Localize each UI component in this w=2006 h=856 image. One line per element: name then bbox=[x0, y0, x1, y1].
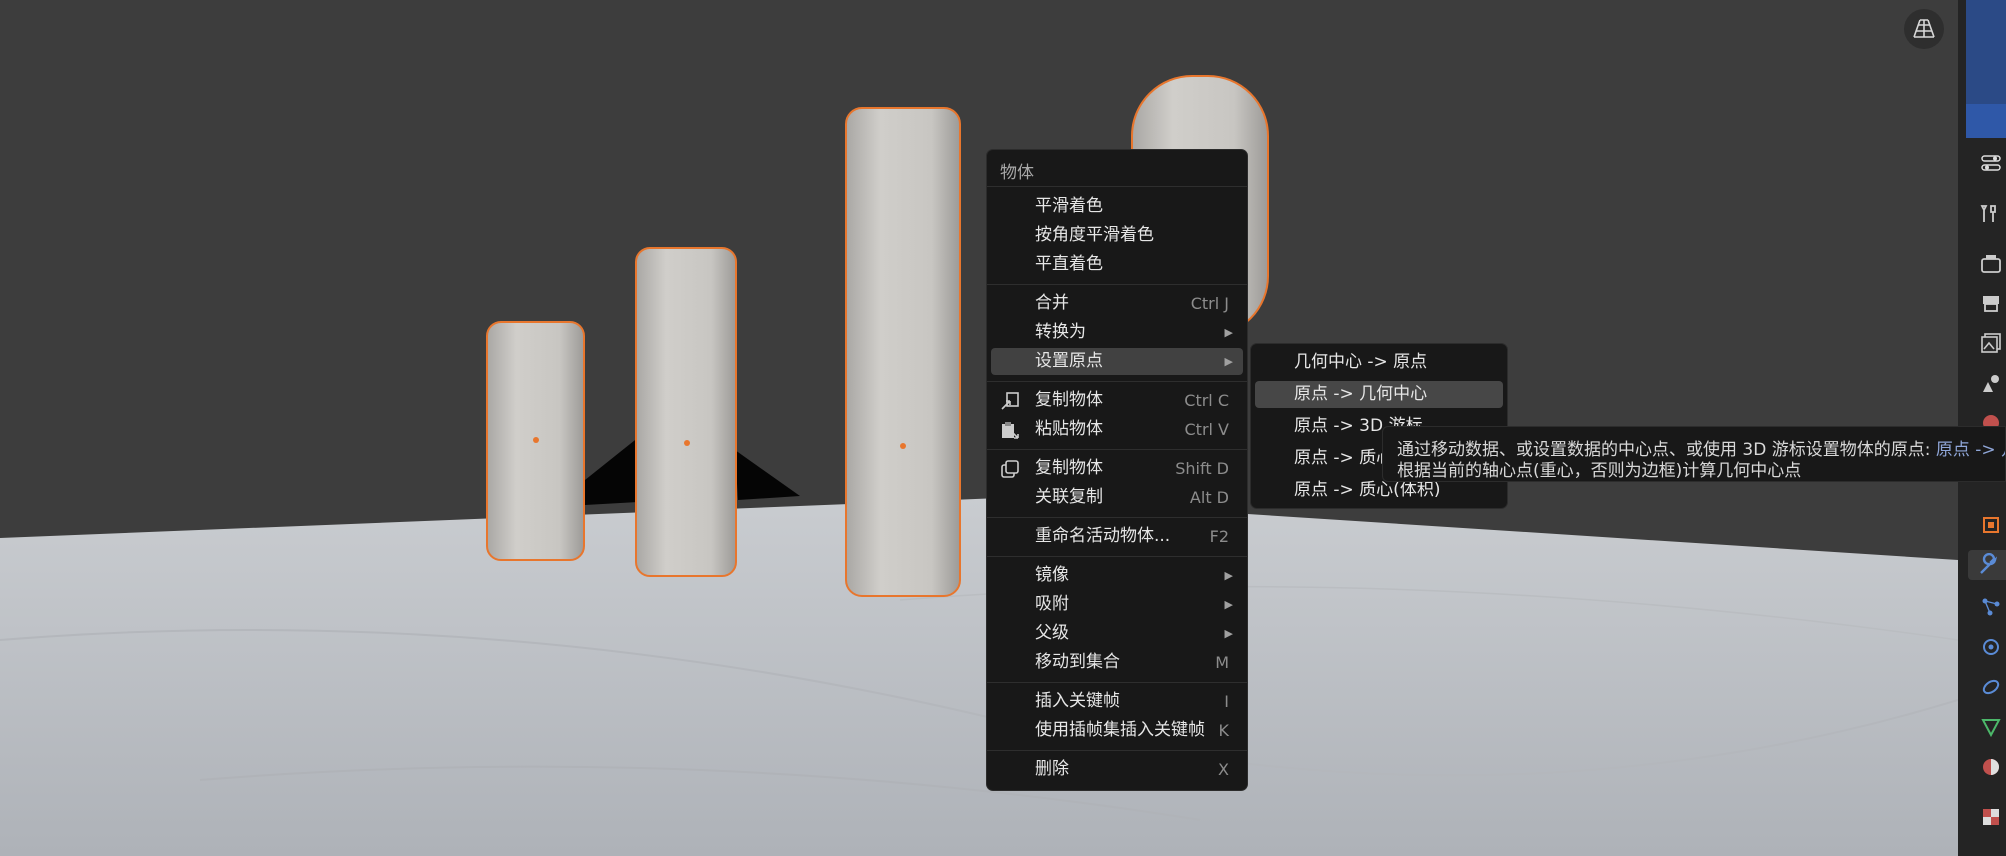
menu-item-set-origin[interactable]: 设置原点 ▶ bbox=[991, 348, 1243, 375]
menu-item-duplicate-linked[interactable]: 关联复制 Alt D bbox=[991, 484, 1243, 511]
paste-buffer-icon bbox=[999, 419, 1021, 441]
submenu-arrow-icon: ▶ bbox=[1224, 326, 1233, 339]
material-icon[interactable] bbox=[1976, 752, 2006, 782]
menu-item-duplicate[interactable]: 复制物体 Shift D bbox=[991, 455, 1243, 482]
menu-item-paste-objects[interactable]: 粘贴物体 Ctrl V bbox=[991, 416, 1243, 443]
menu-item-rename-active[interactable]: 重命名活动物体... F2 bbox=[991, 523, 1243, 550]
cylinder-2[interactable] bbox=[635, 247, 737, 577]
tooltip: 通过移动数据、或设置数据的中心点、或使用 3D 游标设置物体的原点: 原点 ->… bbox=[1382, 426, 2006, 482]
modifier-icon[interactable] bbox=[1968, 550, 2006, 580]
submenu-arrow-icon: ▶ bbox=[1224, 569, 1233, 582]
divider bbox=[987, 381, 1247, 382]
menu-item-copy-objects[interactable]: 复制物体 Ctrl C bbox=[991, 387, 1243, 414]
grid-perspective-icon[interactable] bbox=[1904, 9, 1944, 49]
divider bbox=[987, 750, 1247, 751]
submenu-item-origin-to-geometry[interactable]: 原点 -> 几何中心 bbox=[1255, 381, 1503, 408]
divider bbox=[987, 284, 1247, 285]
submenu-item-geometry-to-origin[interactable]: 几何中心 -> 原点 bbox=[1255, 349, 1503, 376]
menu-item-shade-flat[interactable]: 平直着色 bbox=[991, 251, 1243, 278]
menu-item-parent[interactable]: 父级 ▶ bbox=[991, 620, 1243, 647]
particles-icon[interactable] bbox=[1976, 592, 2006, 622]
tooltip-detail: 根据当前的轴心点(重心，否则为边框)计算几何中心点 bbox=[1397, 461, 1802, 481]
duplicate-icon bbox=[999, 458, 1021, 480]
physics-icon[interactable] bbox=[1976, 632, 2006, 662]
floor-plane bbox=[0, 498, 1958, 856]
submenu-arrow-icon: ▶ bbox=[1224, 598, 1233, 611]
menu-item-insert-keyframe[interactable]: 插入关键帧 I bbox=[991, 688, 1243, 715]
object-icon[interactable] bbox=[1976, 510, 2006, 540]
divider bbox=[987, 682, 1247, 683]
cylinder-3[interactable] bbox=[845, 107, 961, 597]
output-icon[interactable] bbox=[1976, 288, 2006, 318]
menu-item-shade-auto-smooth[interactable]: 按角度平滑着色 bbox=[991, 222, 1243, 249]
menu-item-mirror[interactable]: 镜像 ▶ bbox=[991, 562, 1243, 589]
tool-icon[interactable] bbox=[1976, 198, 2006, 228]
tool-settings-icon[interactable] bbox=[1976, 148, 2006, 178]
menu-item-shade-smooth[interactable]: 平滑着色 bbox=[991, 193, 1243, 220]
submenu-arrow-icon: ▶ bbox=[1224, 627, 1233, 640]
divider bbox=[987, 517, 1247, 518]
menu-item-delete[interactable]: 删除 X bbox=[991, 756, 1243, 783]
object-context-menu: 物体 平滑着色 按角度平滑着色 平直着色 合并 Ctrl J 转换为 ▶ 设置原… bbox=[986, 149, 1248, 791]
header-accent bbox=[1966, 104, 2006, 138]
menu-item-move-to-collection[interactable]: 移动到集合 M bbox=[991, 649, 1243, 676]
render-icon[interactable] bbox=[1976, 248, 2006, 278]
menu-item-insert-keyframe-keyingset[interactable]: 使用插帧集插入关键帧 K bbox=[991, 717, 1243, 744]
texture-icon[interactable] bbox=[1976, 802, 2006, 832]
divider bbox=[987, 449, 1247, 450]
copy-buffer-icon bbox=[999, 390, 1021, 412]
constraints-icon[interactable] bbox=[1976, 672, 2006, 702]
menu-item-snap[interactable]: 吸附 ▶ bbox=[991, 591, 1243, 618]
data-icon[interactable] bbox=[1976, 712, 2006, 742]
menu-item-convert-to[interactable]: 转换为 ▶ bbox=[991, 319, 1243, 346]
view-layer-icon[interactable] bbox=[1976, 328, 2006, 358]
tooltip-operator-name: 原点 -> 几何中心 bbox=[1935, 440, 2005, 460]
menu-item-join[interactable]: 合并 Ctrl J bbox=[991, 290, 1243, 317]
divider bbox=[987, 556, 1247, 557]
submenu-arrow-icon: ▶ bbox=[1224, 355, 1233, 368]
menu-title: 物体 bbox=[1000, 163, 1034, 183]
divider bbox=[987, 186, 1247, 187]
scene-icon[interactable] bbox=[1976, 368, 2006, 398]
